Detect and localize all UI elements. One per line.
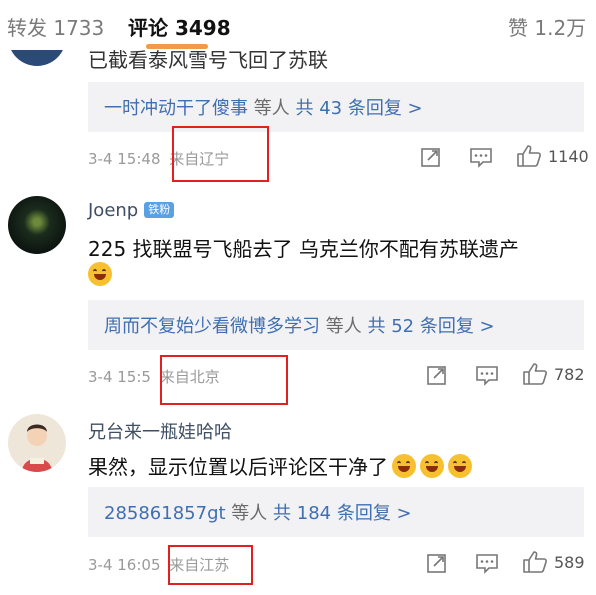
avatar[interactable]: [8, 196, 66, 254]
reply-count-link[interactable]: 共 43 条回复 >: [295, 98, 422, 119]
tab-reposts[interactable]: 转发 1733: [7, 12, 104, 41]
reply-etc: 等人: [325, 316, 362, 337]
avatar[interactable]: [8, 414, 66, 472]
highlight-box: [168, 545, 253, 585]
reply-count-link[interactable]: 共 184 条回复 >: [273, 503, 412, 524]
reply-etc: 等人: [253, 98, 290, 119]
active-tab-indicator: [146, 44, 208, 49]
comment-time: 3-4 16:05: [88, 556, 161, 574]
like-count: 1140: [548, 147, 589, 166]
like-count: 782: [554, 365, 585, 384]
reply-preview[interactable]: 周而不复始少看微博多学习 等人 共 52 条回复 >: [88, 300, 584, 350]
reply-etc: 等人: [231, 503, 268, 524]
tab-comments[interactable]: 评论 3498: [128, 12, 231, 41]
laughing-emoji-icon: [392, 454, 416, 478]
comment-time: 3-4 15:48: [88, 150, 161, 168]
like-icon[interactable]: [516, 144, 542, 168]
comment-time: 3-4 15:5: [88, 368, 151, 386]
comment-icon[interactable]: [475, 364, 499, 386]
comment-text: 果然，显示位置以后评论区干净了: [88, 451, 472, 480]
author-name[interactable]: Joenp: [88, 200, 138, 221]
comment-author[interactable]: Joenp 铁粉: [88, 200, 175, 221]
reply-authors[interactable]: 一时冲动干了傻事: [104, 98, 248, 119]
highlight-box: [172, 126, 269, 182]
fan-badge: 铁粉: [144, 202, 175, 218]
comment-text: 225 找联盟号飞船去了 乌克兰你不配有苏联遗产: [88, 237, 519, 261]
like-count: 589: [554, 553, 585, 572]
laughing-emoji-icon: [88, 262, 112, 286]
reply-count-link[interactable]: 共 52 条回复 >: [367, 316, 494, 337]
tab-likes[interactable]: 赞 1.2万: [508, 12, 586, 41]
comment-author[interactable]: 兄台来一瓶娃哈哈: [88, 418, 232, 444]
comment-icon[interactable]: [469, 146, 493, 168]
like-icon[interactable]: [522, 362, 548, 386]
like-icon[interactable]: [522, 550, 548, 574]
reply-authors[interactable]: 285861857gt: [104, 503, 226, 524]
laughing-emoji-icon: [448, 454, 472, 478]
laughing-emoji-icon: [420, 454, 444, 478]
author-name[interactable]: 兄台来一瓶娃哈哈: [88, 422, 232, 443]
reply-authors[interactable]: 周而不复始少看微博多学习: [104, 316, 320, 337]
share-icon[interactable]: [420, 146, 442, 168]
comment-tabs: 转发 1733 评论 3498 赞 1.2万: [0, 0, 596, 50]
share-icon[interactable]: [426, 364, 448, 386]
share-icon[interactable]: [426, 552, 448, 574]
highlight-box: [160, 355, 288, 405]
comment-text-content: 果然，显示位置以后评论区干净了: [88, 455, 388, 479]
reply-preview[interactable]: 一时冲动干了傻事 等人 共 43 条回复 >: [88, 82, 584, 132]
comment-icon[interactable]: [475, 552, 499, 574]
reply-preview[interactable]: 285861857gt 等人 共 184 条回复 >: [88, 487, 584, 537]
